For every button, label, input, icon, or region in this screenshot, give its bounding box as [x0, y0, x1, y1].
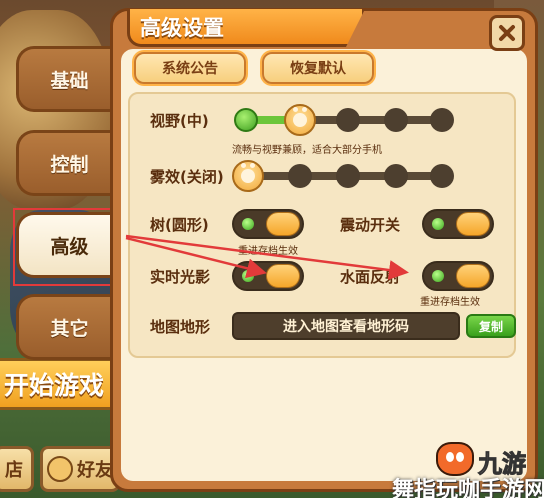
dialog-title: 高级设置	[127, 9, 365, 47]
fog-knob[interactable]	[232, 160, 264, 192]
tree-shape-label: 树(圆形)	[150, 216, 209, 234]
water-reflection-caption: 重进存档生效	[420, 297, 480, 308]
view-distance-knob[interactable]	[284, 104, 316, 136]
water-reflection-toggle[interactable]	[422, 261, 494, 291]
toggle-on-indicator	[432, 218, 444, 230]
tab-basic[interactable]: 基础	[16, 46, 120, 112]
start-game-button[interactable]: 开始游戏	[0, 358, 120, 410]
tab-control[interactable]: 控制	[16, 130, 120, 196]
close-icon	[499, 25, 515, 41]
view-distance-step-4[interactable]	[384, 108, 408, 132]
shop-label: 店	[5, 460, 23, 481]
fog-step-4[interactable]	[384, 164, 408, 188]
vibration-toggle[interactable]	[422, 209, 494, 239]
friends-label: 好友	[77, 460, 113, 481]
restore-defaults-button[interactable]: 恢复默认	[262, 52, 374, 84]
annotation-highlight-box	[13, 208, 125, 286]
view-distance-step-5[interactable]	[430, 108, 454, 132]
toggle-on-indicator	[432, 270, 444, 282]
close-button[interactable]	[489, 15, 525, 51]
toggle-on-indicator	[242, 270, 254, 282]
vibration-label: 震动开关	[340, 216, 401, 234]
map-terrain-label: 地图地形	[150, 318, 211, 336]
shop-button[interactable]: 店	[0, 446, 34, 492]
tree-shape-toggle[interactable]	[232, 209, 304, 239]
tab-other[interactable]: 其它	[16, 294, 120, 360]
toggle-knob	[266, 212, 300, 236]
paw-icon	[293, 107, 307, 127]
cat-icon	[47, 456, 73, 482]
realtime-shadow-toggle[interactable]	[232, 261, 304, 291]
fog-step-3[interactable]	[336, 164, 360, 188]
fog-step-5[interactable]	[430, 164, 454, 188]
toggle-knob	[456, 264, 490, 288]
friends-button[interactable]: 好友	[40, 446, 120, 492]
view-distance-step-3[interactable]	[336, 108, 360, 132]
watermark: 九游 舞指玩咖手游网	[388, 440, 544, 498]
fog-label: 雾效(关闭)	[150, 168, 224, 186]
toggle-on-indicator	[242, 218, 254, 230]
realtime-shadow-label: 实时光影	[150, 268, 211, 286]
toggle-knob	[456, 212, 490, 236]
view-distance-caption: 流畅与视野兼顾，适合大部分手机	[232, 145, 382, 156]
water-reflection-label: 水面反射	[340, 268, 401, 286]
view-distance-step-1[interactable]	[234, 108, 258, 132]
mascot-logo-icon	[436, 442, 474, 476]
fog-step-2[interactable]	[288, 164, 312, 188]
toggle-knob	[266, 264, 300, 288]
tree-shape-caption: 重进存档生效	[238, 246, 298, 257]
paw-icon	[241, 163, 255, 183]
system-notice-button[interactable]: 系统公告	[134, 52, 246, 84]
copy-button[interactable]: 复制	[466, 314, 516, 338]
terrain-code-field[interactable]: 进入地图查看地形码	[232, 312, 460, 340]
view-distance-label: 视野(中)	[150, 112, 209, 130]
watermark-text: 舞指玩咖手游网	[392, 478, 544, 498]
